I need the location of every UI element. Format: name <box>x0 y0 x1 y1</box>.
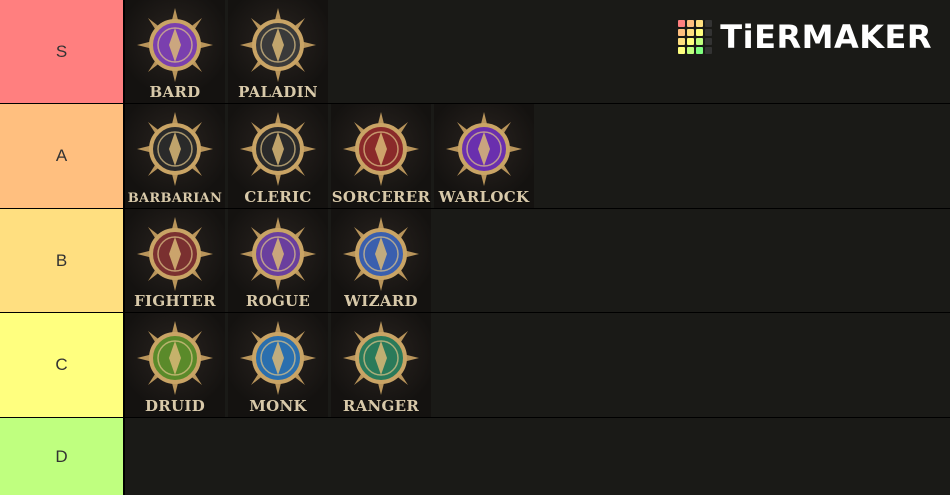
ranger-emblem-icon <box>343 321 419 395</box>
tier-board: S BARD PALADIN A BARBARIAN CLERIC SORCERER WARL… <box>0 0 950 495</box>
tier-label-b[interactable]: B <box>0 209 125 312</box>
cleric-emblem-icon <box>240 112 316 186</box>
item-label: WARLOCK <box>438 188 530 206</box>
logo-grid-cell <box>696 47 704 54</box>
logo-grid-icon <box>678 20 713 54</box>
logo-grid-cell <box>705 20 713 27</box>
tier-label-s[interactable]: S <box>0 0 125 103</box>
item-label: MONK <box>249 397 307 415</box>
tier-row-c: C DRUID MONK RANGER <box>0 313 950 417</box>
item-label: ROGUE <box>245 292 311 310</box>
logo-grid-cell <box>687 38 695 45</box>
tier-item-paladin[interactable]: PALADIN <box>228 0 328 103</box>
tier-row-d: D <box>0 418 950 495</box>
logo-grid-cell <box>687 29 695 36</box>
logo-grid-cell <box>696 29 704 36</box>
tier-row-b: B FIGHTER ROGUE WIZARD <box>0 209 950 312</box>
bard-emblem-icon <box>137 8 213 82</box>
logo-grid-cell <box>678 29 686 36</box>
tier-items[interactable] <box>125 418 950 495</box>
item-label: DRUID <box>144 397 206 415</box>
logo-grid-cell <box>678 20 686 27</box>
rogue-emblem-icon <box>240 217 316 291</box>
item-label: FIGHTER <box>134 292 216 310</box>
item-label: BARD <box>149 83 201 101</box>
tier-item-druid[interactable]: DRUID <box>125 313 225 417</box>
monk-emblem-icon <box>240 321 316 395</box>
logo-grid-cell <box>687 47 695 54</box>
item-label: RANGER <box>342 397 420 415</box>
tier-item-ranger[interactable]: RANGER <box>331 313 431 417</box>
tier-items[interactable]: FIGHTER ROGUE WIZARD <box>125 209 950 312</box>
tier-item-cleric[interactable]: CLERIC <box>228 104 328 208</box>
item-label: PALADIN <box>238 83 318 101</box>
warlock-emblem-icon <box>446 112 522 186</box>
druid-emblem-icon <box>137 321 213 395</box>
fighter-emblem-icon <box>137 217 213 291</box>
tier-items[interactable]: DRUID MONK RANGER <box>125 313 950 417</box>
logo-grid-cell <box>705 47 713 54</box>
logo-text: TiERMAKER <box>720 18 932 56</box>
tiermaker-logo: TiERMAKER <box>678 18 932 56</box>
tier-item-sorcerer[interactable]: SORCERER <box>331 104 431 208</box>
tier-label-d[interactable]: D <box>0 418 125 495</box>
logo-grid-cell <box>678 47 686 54</box>
tier-items[interactable]: BARBARIAN CLERIC SORCERER WARLOCK <box>125 104 950 208</box>
item-label: BARBARIAN <box>127 191 223 206</box>
tier-item-wizard[interactable]: WIZARD <box>331 209 431 312</box>
tier-item-fighter[interactable]: FIGHTER <box>125 209 225 312</box>
logo-grid-cell <box>696 38 704 45</box>
logo-grid-cell <box>705 38 713 45</box>
sorcerer-emblem-icon <box>343 112 419 186</box>
barbarian-emblem-icon <box>137 112 213 186</box>
tier-item-bard[interactable]: BARD <box>125 0 225 103</box>
tier-item-barbarian[interactable]: BARBARIAN <box>125 104 225 208</box>
paladin-emblem-icon <box>240 8 316 82</box>
item-label: SORCERER <box>331 188 431 206</box>
tier-label-c[interactable]: C <box>0 313 125 417</box>
logo-grid-cell <box>687 20 695 27</box>
tier-item-monk[interactable]: MONK <box>228 313 328 417</box>
wizard-emblem-icon <box>343 217 419 291</box>
tier-item-rogue[interactable]: ROGUE <box>228 209 328 312</box>
item-label: CLERIC <box>244 188 312 206</box>
item-label: WIZARD <box>344 292 418 310</box>
tier-label-a[interactable]: A <box>0 104 125 208</box>
logo-grid-cell <box>696 20 704 27</box>
tier-item-warlock[interactable]: WARLOCK <box>434 104 534 208</box>
logo-grid-cell <box>705 29 713 36</box>
logo-grid-cell <box>678 38 686 45</box>
tier-row-a: A BARBARIAN CLERIC SORCERER WARLOCK <box>0 104 950 208</box>
